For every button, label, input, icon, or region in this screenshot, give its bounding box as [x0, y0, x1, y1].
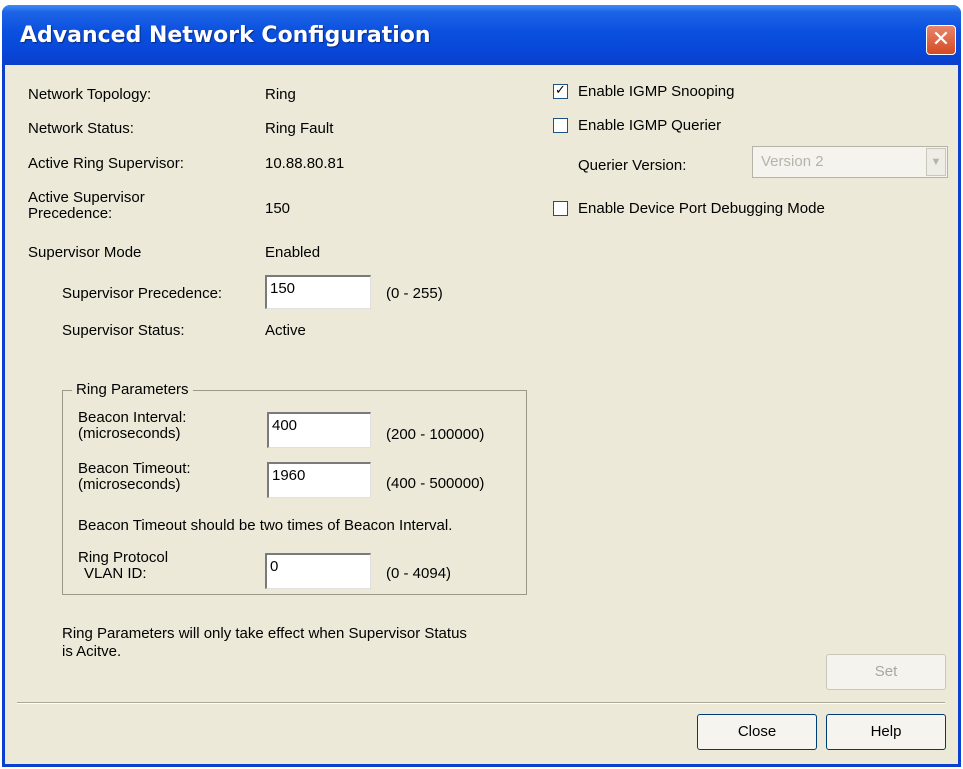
ring-protocol-vlan-label-line1: Ring Protocol	[78, 549, 169, 566]
active-ring-supervisor-label: Active Ring Supervisor:	[28, 155, 184, 172]
supervisor-mode-value: Enabled	[265, 244, 321, 261]
igmp-snooping-checkbox[interactable]: ✓	[553, 84, 568, 99]
beacon-interval-label-line2: (microseconds)	[78, 425, 181, 442]
beacon-interval-input[interactable]: 400	[267, 412, 371, 448]
active-ring-supervisor-value: 10.88.80.81	[265, 155, 345, 172]
debug-mode-label: Enable Device Port Debugging Mode	[578, 200, 825, 217]
footer-note-line1: Ring Parameters will only take effect wh…	[62, 625, 467, 642]
beacon-timeout-label: Beacon Timeout: (microseconds)	[78, 461, 191, 493]
network-status-label: Network Status:	[28, 120, 134, 137]
igmp-querier-checkbox[interactable]	[553, 118, 568, 133]
ring-parameters-footer-note: Ring Parameters will only take effect wh…	[62, 625, 467, 661]
supervisor-status-value: Active	[265, 322, 306, 339]
supervisor-precedence-range: (0 - 255)	[386, 285, 443, 302]
beacon-interval-label: Beacon Interval: (microseconds)	[78, 410, 186, 442]
supervisor-precedence-label: Supervisor Precedence:	[62, 285, 223, 302]
ring-protocol-vlan-label-line2: VLAN ID:	[84, 565, 147, 582]
querier-version-select[interactable]: Version 2 ▼	[752, 146, 948, 178]
querier-version-value: Version 2	[761, 153, 824, 170]
dialog-title: Advanced Network Configuration	[20, 23, 431, 48]
active-supervisor-precedence-label-line1: Active Supervisor	[28, 189, 145, 206]
supervisor-precedence-input[interactable]: 150	[265, 275, 371, 309]
vlan-id-range: (0 - 4094)	[386, 565, 452, 582]
network-topology-label: Network Topology:	[28, 86, 152, 103]
help-button[interactable]: Help	[826, 714, 946, 750]
active-supervisor-precedence-label: Active Supervisor Precedence:	[28, 190, 145, 222]
active-supervisor-precedence-value: 150	[265, 200, 291, 217]
set-button[interactable]: Set	[826, 654, 946, 690]
igmp-querier-label: Enable IGMP Querier	[578, 117, 722, 134]
supervisor-status-label: Supervisor Status:	[62, 322, 185, 339]
beacon-interval-range: (200 - 100000)	[386, 426, 485, 443]
debug-mode-checkbox[interactable]	[553, 201, 568, 216]
querier-version-label: Querier Version:	[578, 157, 687, 174]
igmp-snooping-label: Enable IGMP Snooping	[578, 83, 735, 100]
footer-separator	[17, 702, 945, 704]
chevron-down-icon[interactable]: ▼	[926, 148, 946, 176]
network-topology-value: Ring	[265, 86, 296, 103]
close-button[interactable]: Close	[697, 714, 817, 750]
supervisor-mode-label: Supervisor Mode	[28, 244, 142, 261]
beacon-timeout-label-line2: (microseconds)	[78, 476, 181, 493]
close-icon[interactable]: ✕	[926, 25, 956, 55]
beacon-timeout-input[interactable]: 1960	[267, 462, 371, 498]
beacon-timeout-label-line1: Beacon Timeout:	[78, 460, 191, 477]
ring-parameters-title: Ring Parameters	[72, 381, 193, 398]
network-status-value: Ring Fault	[265, 120, 334, 137]
footer-note-line2: is Acitve.	[62, 643, 122, 660]
vlan-id-input[interactable]: 0	[265, 553, 371, 589]
beacon-timeout-range: (400 - 500000)	[386, 475, 485, 492]
beacon-interval-label-line1: Beacon Interval:	[78, 409, 187, 426]
beacon-timeout-note: Beacon Timeout should be two times of Be…	[78, 517, 453, 534]
active-supervisor-precedence-label-line2: Precedence:	[28, 205, 113, 222]
title-bar[interactable]: Advanced Network Configuration ✕	[2, 5, 961, 65]
ring-protocol-vlan-label: Ring Protocol VLAN ID:	[78, 550, 168, 582]
